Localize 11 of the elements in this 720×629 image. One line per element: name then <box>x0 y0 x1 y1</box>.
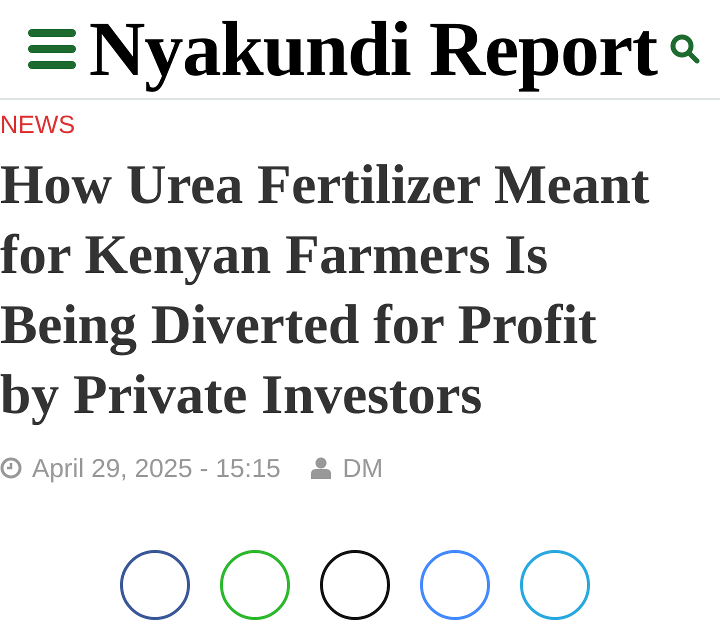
clock-icon <box>0 457 22 479</box>
user-icon <box>310 457 331 479</box>
search-icon[interactable] <box>670 34 700 64</box>
article-title: How Urea Fertilizer Meant for Kenyan Farmers Is Being Diverted for Profit by Private Investors <box>0 153 650 428</box>
site-logo[interactable]: Nyakundi Report <box>76 1 670 97</box>
share-button[interactable] <box>320 550 390 620</box>
post-date: April 29, 2025 - 15:15 <box>32 452 281 484</box>
author-link[interactable]: DM <box>342 452 384 484</box>
category-link[interactable]: NEWS <box>0 110 75 140</box>
menu-icon[interactable] <box>28 29 76 69</box>
share-button[interactable] <box>120 550 190 620</box>
